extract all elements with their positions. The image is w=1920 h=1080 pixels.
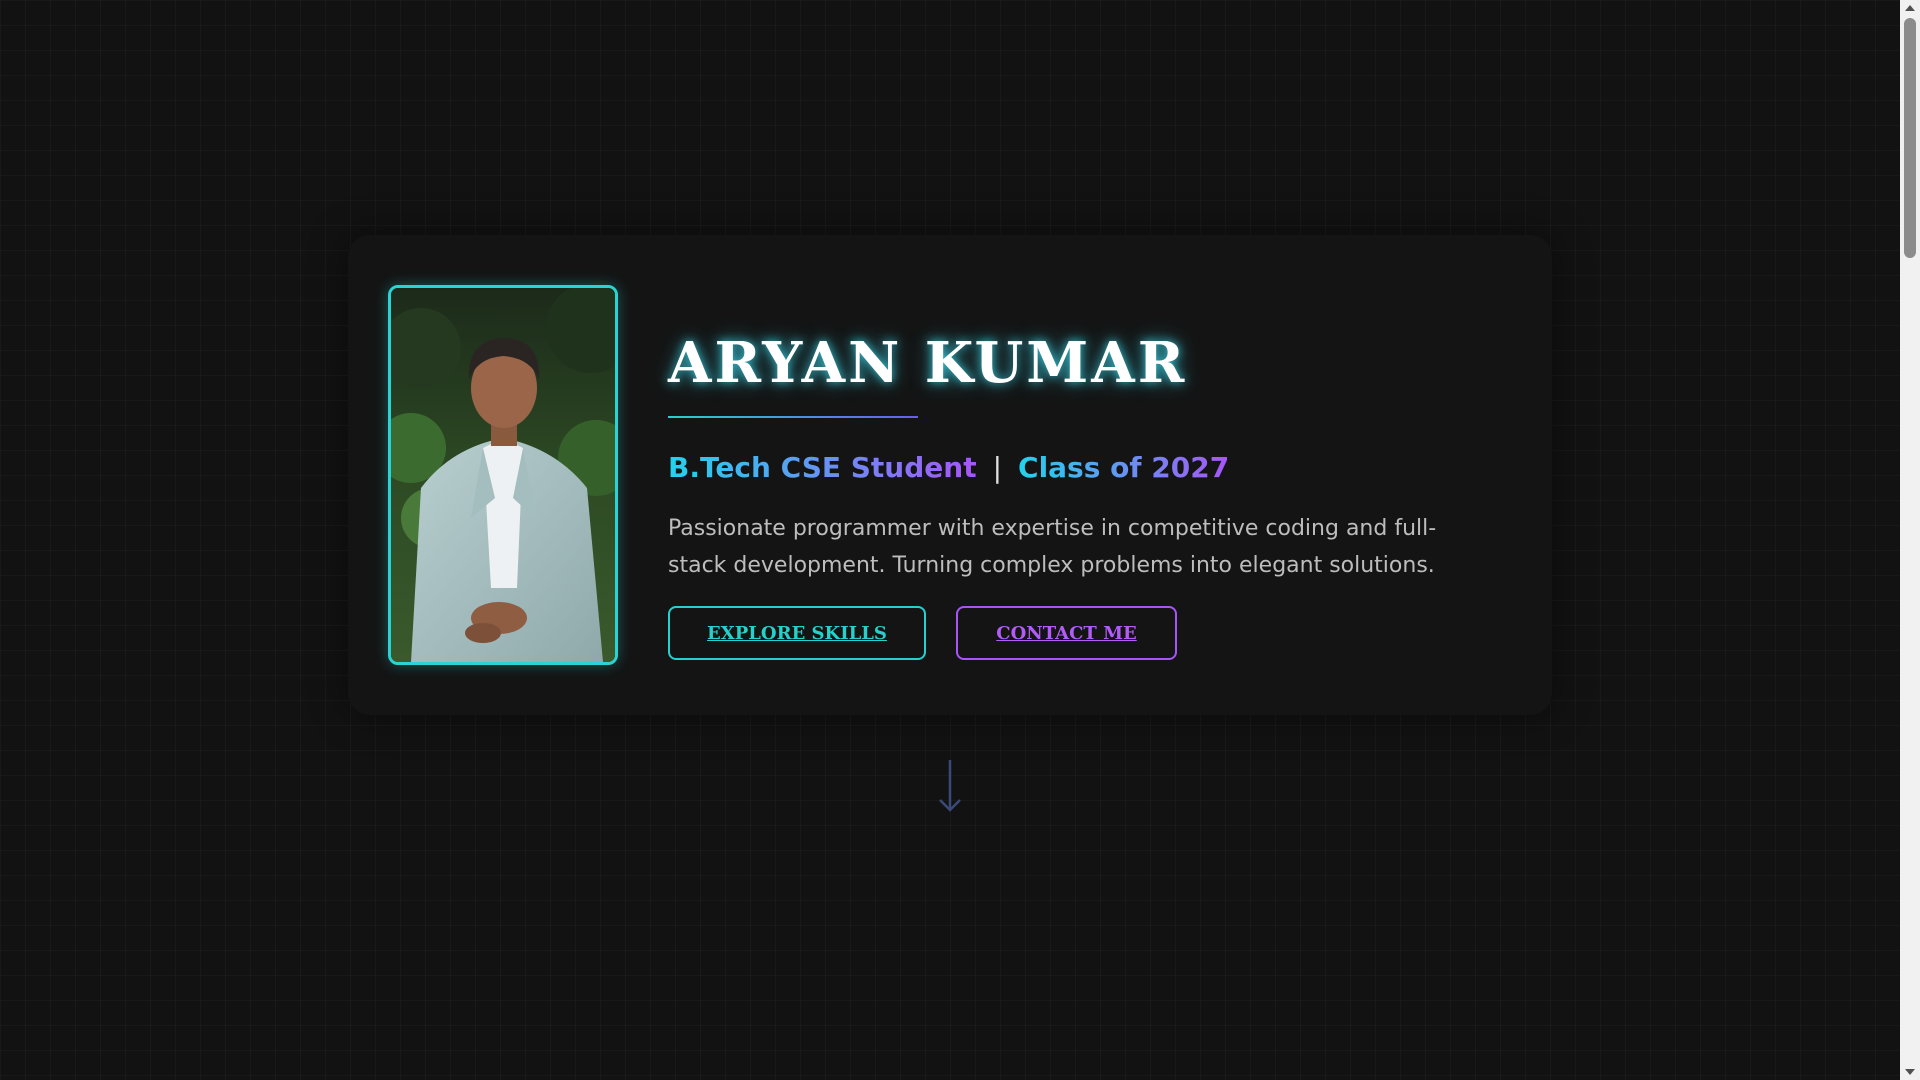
profile-name: ARYAN KUMAR [668,330,1188,396]
page: ARYAN KUMAR B.Tech CSE Student | Class of … [0,0,1900,1080]
scrollbar-thumb[interactable] [1904,18,1916,258]
arrow-down-icon[interactable] [938,758,962,818]
vertical-scrollbar[interactable] [1900,0,1920,1080]
profile-photo-illustration [391,288,615,662]
hero-info: ARYAN KUMAR B.Tech CSE Student | Class of … [668,235,1528,715]
subtitle-separator: | [992,451,1003,484]
contact-me-button[interactable]: CONTACT ME [956,606,1177,660]
name-underline-divider [668,416,918,418]
scroll-down-arrow-icon[interactable] [1900,1064,1920,1080]
explore-skills-button[interactable]: EXPLORE SKILLS [668,606,926,660]
class-year-label: Class of 2027 [1018,451,1230,484]
hero-card: ARYAN KUMAR B.Tech CSE Student | Class of … [348,235,1552,715]
degree-label: B.Tech CSE Student [668,451,977,484]
profile-subtitle: B.Tech CSE Student | Class of 2027 [668,451,1229,484]
profile-description: Passionate programmer with expertise in … [668,516,1437,578]
profile-photo [388,285,618,665]
scroll-up-arrow-icon[interactable] [1900,0,1920,16]
